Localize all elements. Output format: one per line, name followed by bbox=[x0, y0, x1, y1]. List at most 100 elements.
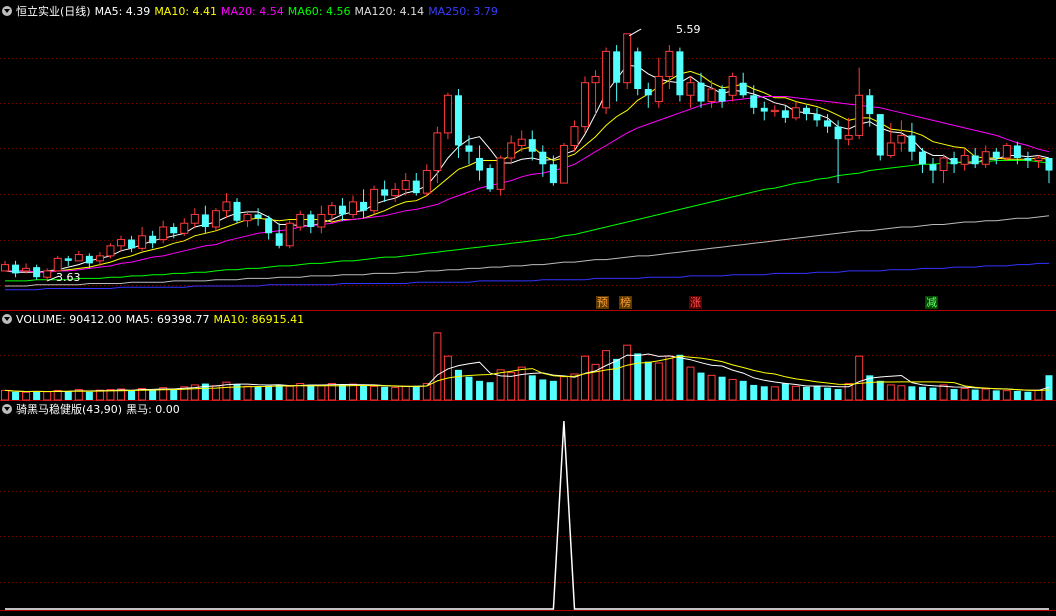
candle-body-up bbox=[791, 107, 800, 119]
candle-body-up bbox=[855, 94, 864, 136]
candle-body-up bbox=[1034, 157, 1043, 162]
candle-body-up bbox=[106, 245, 115, 257]
volume-bar-up bbox=[22, 391, 31, 401]
candle-body-down bbox=[908, 135, 916, 152]
volume-bar-up bbox=[581, 355, 589, 401]
volume-bar-down bbox=[465, 376, 473, 400]
indicator-panel-header: 骑黑马稳健版(43,90) 黑马: 0.00 bbox=[2, 402, 184, 418]
volume-bar-down bbox=[824, 387, 832, 400]
volume-bar-down bbox=[634, 353, 642, 400]
candle-body-up bbox=[443, 94, 452, 134]
volume-bar-down bbox=[802, 386, 810, 400]
volume-bar-down bbox=[12, 391, 20, 400]
price-panel-header: 恒立实业(日线) MA5: 4.39 MA10: 4.41 MA20: 4.54 MA6… bbox=[2, 4, 502, 20]
candle-body-up bbox=[95, 255, 104, 262]
candle-body-down bbox=[739, 82, 747, 96]
candle-body-up bbox=[770, 109, 779, 113]
volume-bar-down bbox=[360, 385, 368, 400]
candle-body-down bbox=[929, 164, 937, 171]
volume-bar-up bbox=[243, 385, 252, 401]
volume-bar-down bbox=[85, 391, 93, 400]
candle-body-down bbox=[528, 139, 536, 152]
chevron-down-icon[interactable] bbox=[2, 6, 12, 16]
candle-body-up bbox=[665, 50, 674, 77]
volume-bar-up bbox=[1002, 390, 1011, 401]
volume-bar-down bbox=[307, 384, 315, 400]
candle-body-down bbox=[307, 214, 315, 227]
volume-bar-down bbox=[760, 386, 768, 400]
candle-body-up bbox=[897, 134, 906, 144]
volume-bar-up bbox=[770, 386, 779, 401]
candle-body-down bbox=[539, 151, 547, 165]
volume-bar-up bbox=[496, 369, 505, 401]
chevron-down-icon[interactable] bbox=[2, 404, 12, 414]
candle-body-up bbox=[74, 254, 83, 262]
volume-bar-down bbox=[834, 389, 842, 400]
signal-label-jian: 减 bbox=[925, 296, 938, 309]
candle-body-up bbox=[602, 50, 611, 109]
candlesticks bbox=[1, 33, 1053, 281]
candle-body-up bbox=[401, 180, 410, 190]
candle-body-down bbox=[950, 158, 958, 165]
volume-bar-up bbox=[1034, 389, 1043, 401]
price-ma10-line bbox=[5, 70, 1050, 273]
candle-body-down bbox=[149, 235, 157, 244]
candle-body-down bbox=[1013, 145, 1021, 158]
volume-bar-down bbox=[454, 369, 462, 400]
volume-bar-up bbox=[559, 376, 568, 401]
candle-body-up bbox=[939, 157, 948, 172]
candle-body-up bbox=[43, 270, 52, 278]
candle-body-up bbox=[159, 226, 168, 241]
volume-bar-up bbox=[886, 384, 895, 401]
candle-body-up bbox=[1, 264, 9, 272]
candle-body-down bbox=[254, 214, 262, 219]
candle-body-down bbox=[760, 107, 768, 112]
volume-bar-down bbox=[1013, 390, 1021, 400]
candle-body-up bbox=[654, 75, 663, 103]
volume-bar-down bbox=[750, 384, 758, 400]
volume-bar-down bbox=[676, 354, 684, 400]
candle-body-down bbox=[549, 164, 557, 184]
volume-bar-up bbox=[981, 388, 990, 401]
volume-bar-down bbox=[476, 380, 484, 400]
volume-bar-up bbox=[43, 391, 52, 401]
ma20-value: MA20: 4.54 bbox=[221, 5, 284, 18]
indicator-heima-line bbox=[5, 420, 1049, 610]
volume-bar-down bbox=[254, 386, 262, 400]
volume-bar-down bbox=[549, 380, 557, 400]
volume-bar-down bbox=[950, 389, 958, 400]
volume-bar-up bbox=[401, 385, 410, 401]
candle-body-down bbox=[265, 218, 273, 234]
candle-body-up bbox=[391, 188, 400, 197]
high-price-pointer bbox=[628, 28, 642, 37]
candle-body-down bbox=[454, 95, 462, 146]
candle-body-up bbox=[211, 210, 220, 228]
candle-body-down bbox=[338, 205, 346, 215]
candle-body-up bbox=[981, 151, 990, 165]
candle-body-up bbox=[707, 88, 716, 103]
candle-body-up bbox=[317, 213, 326, 228]
candle-body-up bbox=[190, 213, 199, 224]
candle-body-up bbox=[243, 213, 252, 222]
price-ma60-line bbox=[5, 160, 1050, 282]
candle-body-up bbox=[570, 126, 579, 146]
volume-bar-down bbox=[539, 379, 547, 400]
candle-body-up bbox=[285, 222, 294, 247]
candle-body-up bbox=[886, 142, 895, 156]
volume-bar-down bbox=[33, 391, 41, 400]
candle-body-down bbox=[866, 95, 874, 115]
volume-bar-down bbox=[908, 386, 916, 400]
candle-body-down bbox=[634, 51, 642, 89]
chevron-down-icon[interactable] bbox=[2, 314, 12, 324]
indicator-value: 黑马: 0.00 bbox=[126, 403, 180, 416]
candle-body-down bbox=[876, 114, 884, 156]
candle-body-down bbox=[613, 51, 621, 83]
price-ma120-line bbox=[5, 215, 1050, 287]
candle-body-up bbox=[581, 82, 589, 128]
candle-body-down bbox=[813, 114, 821, 121]
volume-bar-up bbox=[370, 385, 379, 401]
candle-body-down bbox=[381, 189, 389, 196]
volume-bar-up bbox=[570, 373, 579, 401]
price-moving-averages bbox=[4, 64, 1050, 291]
high-price-label: 5.59 bbox=[676, 23, 701, 36]
